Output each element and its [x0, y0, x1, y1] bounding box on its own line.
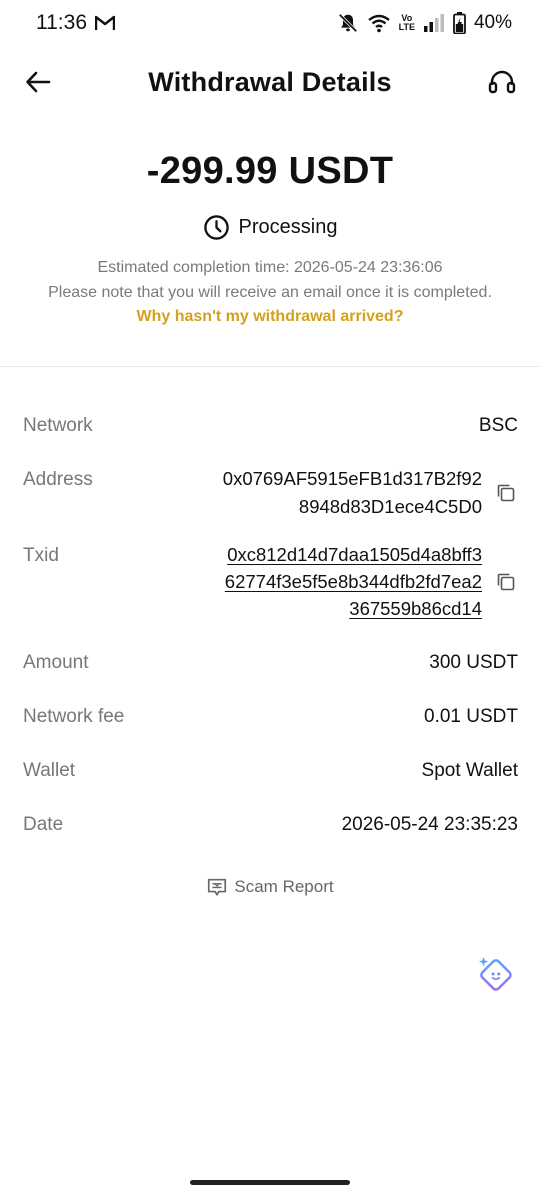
estimated-completion: Estimated completion time: 2026-05-24 23… — [97, 259, 443, 276]
detail-row-network: Network BSC — [23, 411, 518, 440]
battery-icon — [453, 12, 466, 34]
clock-icon — [203, 215, 229, 240]
date-label: Date — [23, 814, 64, 835]
detail-row-wallet: Wallet Spot Wallet — [23, 756, 518, 785]
ai-assistant-icon[interactable] — [476, 955, 514, 993]
withdrawal-amount: -299.99 USDT — [146, 150, 394, 192]
status-time: 11:36 — [36, 11, 87, 34]
headset-icon — [488, 70, 516, 94]
signal-icon — [423, 14, 444, 32]
fee-value: 0.01 USDT — [424, 706, 518, 727]
status-bar: 11:36 Vo LTE 40% — [0, 0, 540, 46]
address-value[interactable]: 0x0769AF5915eFB1d317B2f92 8948d83D1ece4C… — [223, 465, 482, 521]
gmail-icon — [95, 15, 115, 30]
why-not-arrived-link[interactable]: Why hasn't my withdrawal arrived? — [0, 308, 540, 326]
status-left: 11:36 — [36, 11, 115, 35]
address-label: Address — [23, 469, 93, 490]
txid-line-2: 62774f3e5f5e8b344dfb2fd7ea2 — [224, 571, 482, 592]
copy-txid-icon[interactable] — [494, 570, 518, 594]
detail-row-amount: Amount 300 USDT — [23, 648, 518, 677]
scam-report-button[interactable]: Scam Report — [0, 876, 540, 898]
txid-wrap: 0xc812d14d7daa1505d4a8bff3 62774f3e5f5e8… — [225, 541, 518, 622]
txid-value[interactable]: 0xc812d14d7daa1505d4a8bff3 62774f3e5f5e8… — [225, 541, 482, 622]
support-button[interactable] — [486, 66, 518, 98]
status-row: Processing — [0, 214, 540, 241]
network-label: Network — [23, 415, 93, 436]
scam-report-label: Scam Report — [234, 877, 334, 896]
detail-row-date: Date 2026-05-24 23:35:23 — [23, 810, 518, 839]
detail-row-address: Address 0x0769AF5915eFB1d317B2f92 8948d8… — [23, 465, 518, 521]
wallet-label: Wallet — [23, 760, 76, 781]
battery-percent: 40% — [473, 12, 512, 33]
fee-label: Network fee — [23, 706, 125, 727]
volte-bottom: LTE — [398, 22, 415, 32]
bell-off-icon — [338, 13, 358, 33]
status-right: Vo LTE 40% — [337, 12, 512, 34]
wallet-value: Spot Wallet — [421, 760, 518, 781]
txid-line-3: 367559b86cd14 — [349, 598, 482, 619]
volte-indicator: Vo LTE — [399, 14, 415, 32]
address-line-2: 8948d83D1ece4C5D0 — [298, 496, 482, 517]
report-icon — [208, 878, 227, 896]
detail-row-fee: Network fee 0.01 USDT — [23, 702, 518, 731]
back-button[interactable] — [22, 66, 54, 98]
header: Withdrawal Details — [0, 52, 540, 112]
date-value: 2026-05-24 23:35:23 — [341, 814, 518, 835]
wifi-icon — [367, 14, 390, 33]
txid-label: Txid — [23, 545, 59, 566]
home-indicator[interactable] — [190, 1180, 350, 1185]
page-title: Withdrawal Details — [148, 66, 392, 97]
address-line-1: 0x0769AF5915eFB1d317B2f92 — [222, 468, 482, 489]
detail-row-txid: Txid 0xc812d14d7daa1505d4a8bff3 62774f3e… — [23, 541, 518, 622]
copy-address-icon[interactable] — [494, 481, 518, 505]
amount-value: 300 USDT — [429, 652, 518, 673]
network-value: BSC — [478, 415, 518, 436]
status-text: Processing — [238, 216, 338, 238]
txid-line-1: 0xc812d14d7daa1505d4a8bff3 — [227, 544, 482, 565]
amount-label: Amount — [23, 652, 89, 673]
address-wrap: 0x0769AF5915eFB1d317B2f92 8948d83D1ece4C… — [223, 465, 518, 521]
email-note: Please note that you will receive an ema… — [48, 284, 492, 301]
divider — [0, 366, 540, 367]
arrow-left-icon — [26, 71, 51, 93]
